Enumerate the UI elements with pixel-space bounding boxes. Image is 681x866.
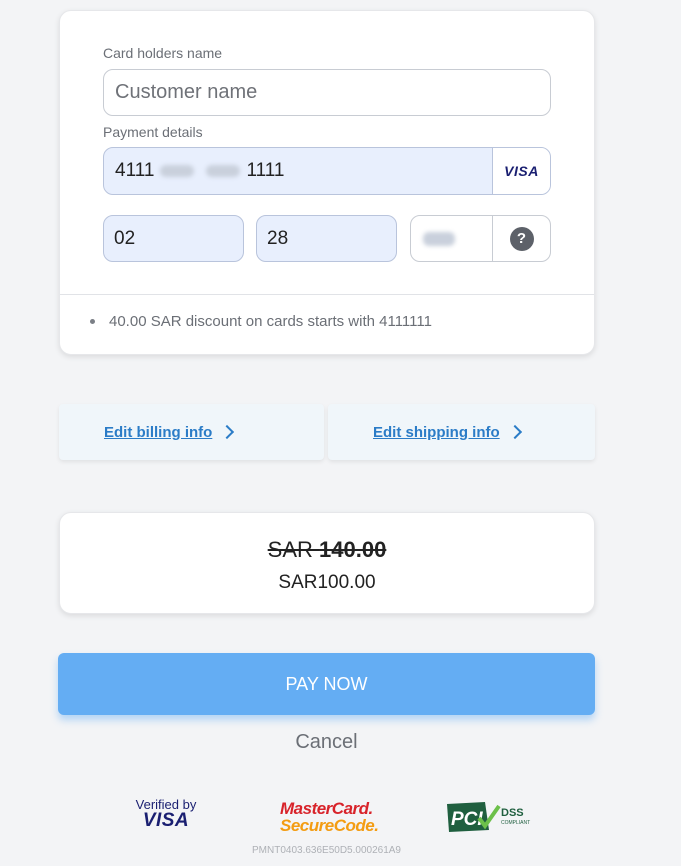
cvv-input[interactable] bbox=[411, 216, 492, 261]
card-number-masked-group bbox=[160, 165, 195, 177]
expiry-year-input[interactable]: 28 bbox=[256, 215, 397, 262]
original-price-currency: SAR bbox=[267, 537, 320, 562]
cardholder-name-label: Card holders name bbox=[103, 45, 223, 61]
card-number-field[interactable]: 4111 1111 VISA bbox=[103, 147, 551, 195]
edit-billing-link[interactable]: Edit billing info bbox=[104, 424, 212, 441]
verified-by-visa-line2: VISA bbox=[142, 810, 190, 831]
payment-details-label: Payment details bbox=[103, 124, 203, 140]
visa-card-icon: VISA bbox=[492, 148, 550, 194]
bullet-icon bbox=[90, 319, 95, 324]
discounted-price: SAR100.00 bbox=[278, 572, 376, 593]
card-number-prefix: 4111 bbox=[115, 160, 155, 181]
edit-shipping-panel[interactable]: Edit shipping info bbox=[328, 404, 595, 460]
edit-billing-panel[interactable]: Edit billing info bbox=[59, 404, 324, 460]
card-brand-label: VISA bbox=[504, 163, 539, 179]
discount-note-text: 40.00 SAR discount on cards starts with … bbox=[109, 313, 432, 330]
pci-dss-logo: PCI DSS COMPLIANT bbox=[447, 802, 530, 832]
edit-shipping-link[interactable]: Edit shipping info bbox=[373, 424, 500, 441]
expiry-year-value: 28 bbox=[267, 227, 289, 249]
pay-now-button[interactable]: PAY NOW bbox=[58, 653, 595, 715]
question-mark-icon: ? bbox=[509, 226, 534, 251]
divider bbox=[60, 294, 594, 295]
mastercard-line2: SecureCode. bbox=[280, 816, 379, 835]
cardholder-name-input[interactable] bbox=[103, 69, 551, 116]
cvv-masked-value bbox=[423, 231, 455, 246]
card-number-masked-group bbox=[206, 165, 241, 177]
mastercard-line1: MasterCard. bbox=[280, 799, 373, 818]
transaction-reference: PMNT0403.636E50D5.000261A9 bbox=[252, 845, 401, 856]
price-summary: SAR 140.00 SAR100.00 bbox=[59, 512, 595, 614]
verified-by-visa-logo: Verified by VISA bbox=[130, 798, 202, 830]
discount-note: 40.00 SAR discount on cards starts with … bbox=[90, 313, 432, 330]
chevron-right-icon bbox=[220, 424, 235, 440]
card-number-value[interactable]: 4111 1111 bbox=[104, 160, 492, 182]
chevron-right-icon bbox=[507, 424, 522, 440]
original-price: SAR 140.00 bbox=[60, 537, 594, 563]
expiry-month-value: 02 bbox=[114, 227, 136, 249]
original-price-amount: 140.00 bbox=[319, 537, 387, 562]
mastercard-securecode-logo: MasterCard. SecureCode. bbox=[280, 799, 379, 835]
pci-compliant-text: COMPLIANT bbox=[501, 820, 530, 826]
cvv-help-button[interactable]: ? bbox=[492, 216, 550, 261]
cvv-field[interactable]: ? bbox=[410, 215, 551, 262]
card-form-panel: Card holders name Payment details 4111 1… bbox=[59, 10, 595, 355]
cancel-link[interactable]: Cancel bbox=[0, 731, 653, 754]
pci-dss-text: DSS bbox=[501, 807, 524, 819]
card-number-suffix: 1111 bbox=[246, 160, 285, 181]
expiry-month-input[interactable]: 02 bbox=[103, 215, 244, 262]
